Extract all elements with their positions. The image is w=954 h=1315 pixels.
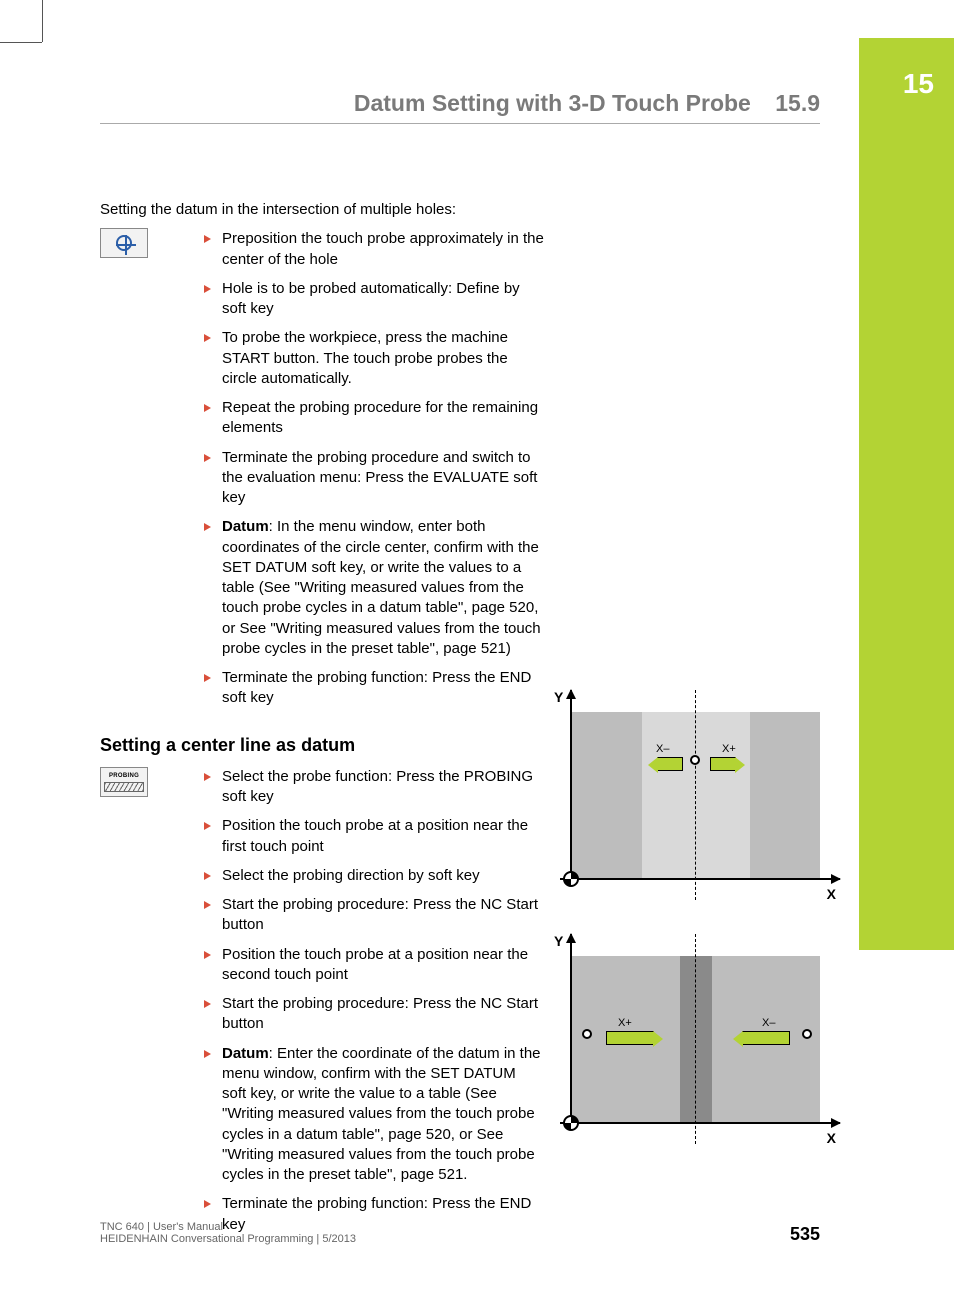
workpiece-inner (642, 712, 750, 878)
header-section: 15.9 (775, 90, 820, 116)
xplus-label: X+ (722, 742, 736, 757)
y-axis-arrowhead-icon (566, 689, 576, 699)
diagram-1: Y X X– X+ (550, 690, 840, 910)
xminus-label: X– (762, 1016, 775, 1031)
list-item: Select the probing direction by soft key (204, 866, 544, 886)
y-axis (570, 690, 572, 880)
diagrams: Y X X– X+ Y X X+ X– (550, 690, 840, 1178)
list-item: Terminate the probing procedure and swit… (204, 448, 544, 509)
probe-arrow-right (606, 1031, 654, 1045)
page-header: Datum Setting with 3-D Touch Probe 15.9 (100, 90, 820, 124)
x-axis-label: X (827, 1129, 836, 1148)
list-item: Terminate the probing function: Press th… (204, 668, 544, 709)
hatch-pattern-icon (104, 782, 144, 792)
list-item: Start the probing procedure: Press the N… (204, 994, 544, 1035)
probe-dot (802, 1029, 812, 1039)
diagram-2: Y X X+ X– (550, 934, 840, 1154)
list-item: Position the touch probe at a position n… (204, 945, 544, 986)
probe-dot (690, 755, 700, 765)
header-rule (100, 123, 820, 124)
x-axis-label: X (827, 885, 836, 904)
probe-dot (582, 1029, 592, 1039)
footer-line1: TNC 640 | User's Manual (100, 1221, 820, 1233)
page-content: Setting the datum in the intersection of… (100, 200, 840, 1244)
x-axis (560, 878, 840, 880)
x-axis (560, 1122, 840, 1124)
page-footer: TNC 640 | User's Manual HEIDENHAIN Conve… (100, 1221, 820, 1245)
y-axis (570, 934, 572, 1124)
list-item: Hole is to be probed automatically: Defi… (204, 279, 544, 320)
center-line (695, 934, 696, 1144)
crop-mark-horizontal (0, 42, 42, 43)
origin-icon (563, 1115, 579, 1131)
center-line (695, 690, 696, 900)
list-item: Repeat the probing procedure for the rem… (204, 398, 544, 439)
section2-steps: Select the probe function: Press the PRO… (204, 767, 544, 1235)
list-item: Datum: In the menu window, enter both co… (204, 517, 544, 659)
section1-intro: Setting the datum in the intersection of… (100, 200, 540, 220)
xminus-label: X– (656, 742, 669, 757)
list-item: To probe the workpiece, press the machin… (204, 328, 544, 389)
probe-arrow-left (657, 757, 683, 771)
list-item: Preposition the touch probe approximatel… (204, 229, 544, 270)
crop-mark-vertical (42, 0, 43, 42)
header-title: Datum Setting with 3-D Touch Probe (354, 90, 751, 116)
workpiece-slot (680, 956, 712, 1122)
probe-arrow-left (742, 1031, 790, 1045)
footer-line2: HEIDENHAIN Conversational Programming | … (100, 1233, 820, 1245)
section1-steps: Preposition the touch probe approximatel… (204, 229, 544, 708)
probe-arrow-right (710, 757, 736, 771)
chapter-number: 15 (903, 68, 934, 100)
probing-softkey-icon: PROBING (100, 767, 148, 797)
x-axis-arrowhead-icon (831, 874, 841, 884)
chapter-tab: 15 (859, 38, 954, 950)
list-item: Start the probing procedure: Press the N… (204, 895, 544, 936)
list-item: Select the probe function: Press the PRO… (204, 767, 544, 808)
list-item: Position the touch probe at a position n… (204, 816, 544, 857)
origin-icon (563, 871, 579, 887)
probing-icon-label: PROBING (109, 772, 139, 780)
y-axis-label: Y (554, 688, 563, 707)
xplus-label: X+ (618, 1016, 632, 1031)
hole-center-icon (100, 228, 148, 258)
page-number: 535 (790, 1224, 820, 1245)
y-axis-label: Y (554, 932, 563, 951)
list-item: Datum: Enter the coordinate of the datum… (204, 1044, 544, 1186)
y-axis-arrowhead-icon (566, 933, 576, 943)
x-axis-arrowhead-icon (831, 1118, 841, 1128)
crosshair-icon (116, 235, 132, 251)
